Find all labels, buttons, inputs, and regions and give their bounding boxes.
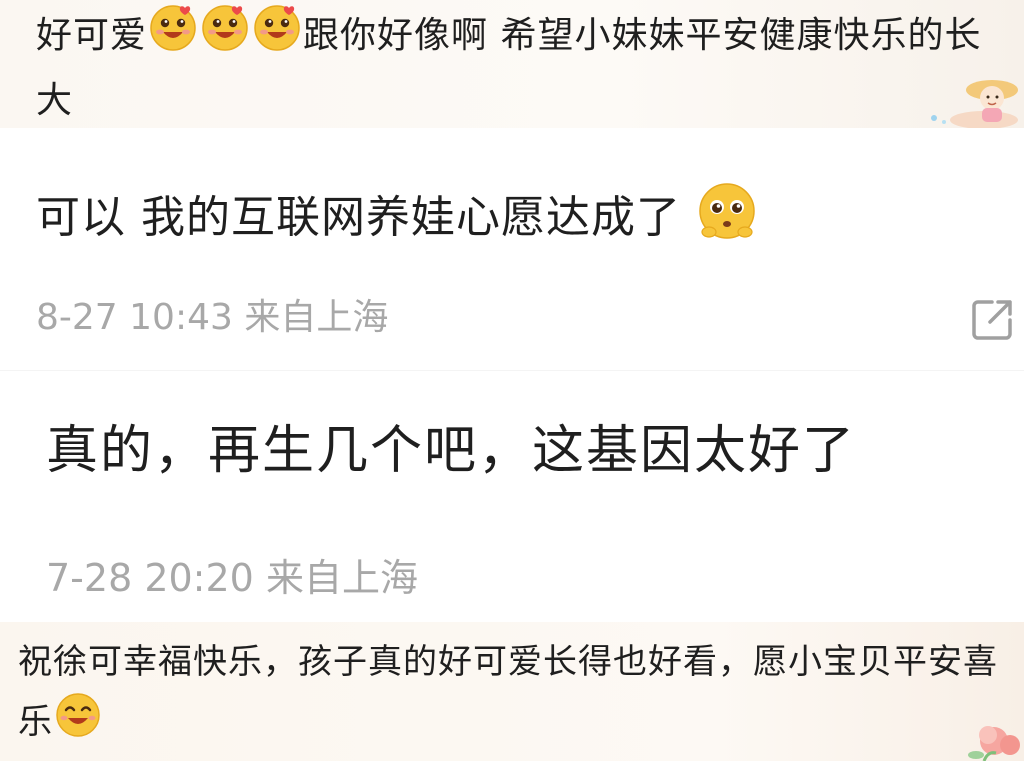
comment-text-body: 祝徐可幸福快乐，孩子真的好可爱长得也好看，愿小宝贝平安喜乐 bbox=[18, 642, 998, 742]
comment-text-before-emoji: 好可爱 bbox=[36, 15, 148, 56]
comment-text: 可以 我的互联网养娃心愿达成了 bbox=[36, 180, 758, 260]
cartoon-girl-sticker-icon bbox=[914, 68, 1024, 128]
comment-time: 8-27 10:43 bbox=[36, 297, 233, 338]
comment-location: 来自上海 bbox=[265, 556, 418, 600]
comment-feed: 好可爱 跟你好像啊 希望小妹妹平安健康快乐的长大 可以 我的互联网养娃心愿达成了… bbox=[0, 0, 1024, 761]
comment-text: 真的，再生几个吧，这基因太好了 bbox=[46, 421, 857, 481]
comment-meta: 7-28 20:20 来自上海 bbox=[46, 553, 418, 603]
grinning-heart-face-icon bbox=[251, 2, 303, 72]
pleading-face-icon bbox=[696, 180, 758, 260]
grinning-heart-face-icon bbox=[199, 2, 251, 72]
happy-face-icon bbox=[53, 690, 103, 757]
comment-card-4[interactable]: 祝徐可幸福快乐，孩子真的好可爱长得也好看，愿小宝贝平安喜乐 bbox=[0, 622, 1024, 761]
comment-text: 好可爱 跟你好像啊 希望小妹妹平安健康快乐的长大 bbox=[36, 2, 996, 128]
comment-card-3[interactable]: 真的，再生几个吧，这基因太好了 7-28 20:20 来自上海 bbox=[0, 370, 1024, 623]
flower-sticker-icon bbox=[954, 701, 1024, 761]
comment-location: 来自上海 bbox=[244, 297, 389, 338]
comment-card-2[interactable]: 可以 我的互联网养娃心愿达成了 8-27 10:43 来自上海 bbox=[0, 128, 1024, 370]
share-icon[interactable] bbox=[970, 296, 1016, 342]
comment-text: 祝徐可幸福快乐，孩子真的好可爱长得也好看，愿小宝贝平安喜乐 bbox=[18, 634, 1008, 757]
comment-text-body: 可以 我的互联网养娃心愿达成了 bbox=[36, 192, 681, 243]
comment-card-1[interactable]: 好可爱 跟你好像啊 希望小妹妹平安健康快乐的长大 bbox=[0, 0, 1024, 128]
grinning-heart-face-icon bbox=[147, 2, 199, 72]
comment-time: 7-28 20:20 bbox=[46, 556, 254, 600]
comment-meta: 8-27 10:43 来自上海 bbox=[36, 294, 388, 342]
